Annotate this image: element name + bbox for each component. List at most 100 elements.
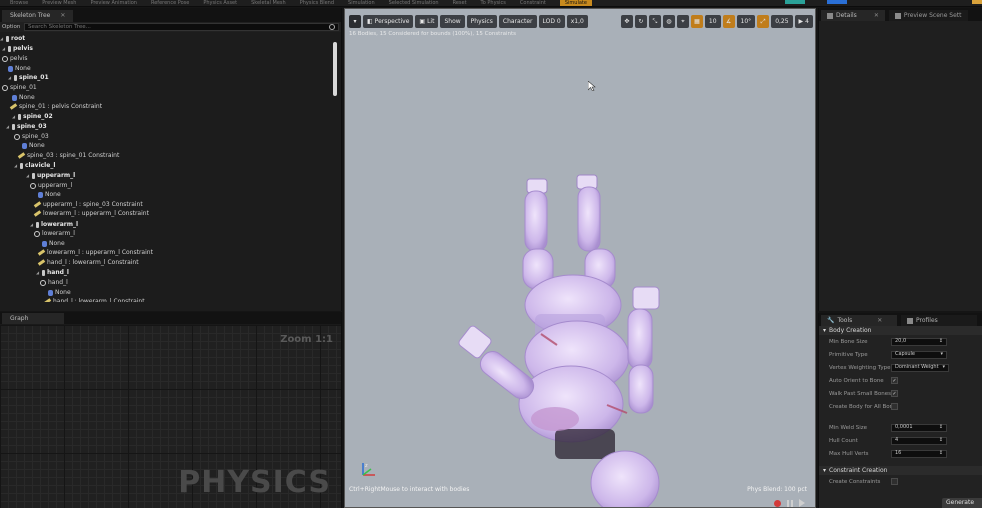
tab-skeleton-tree[interactable]: Skeleton Tree ✕ [2, 10, 74, 22]
tree-row-constraint[interactable]: spine_03 : spine_01 Constraint [17, 151, 119, 160]
tree-row-body[interactable]: upperarm_l [30, 181, 72, 190]
tab-profiles[interactable]: Profiles [901, 315, 977, 326]
perspective-button[interactable]: ◧ Perspective [363, 14, 414, 28]
toolbar-item[interactable]: To Physics [481, 0, 506, 6]
grid-snap-value[interactable]: 10 [704, 14, 721, 28]
tree-row-bone[interactable]: ◢ spine_02 [12, 112, 53, 121]
primitive-type-dropdown[interactable]: Capsule ▾ [891, 350, 947, 359]
tree-row-body[interactable]: pelvis [2, 54, 28, 63]
tree-row-bone[interactable]: ◢ lowerarm_l [30, 220, 78, 229]
expand-arrow-icon[interactable]: ◢ [0, 36, 4, 41]
toolbar-item[interactable]: Skeletal Mesh [251, 0, 286, 6]
close-icon[interactable]: ✕ [874, 10, 879, 21]
body-creation-section[interactable]: ▾ Body Creation [819, 326, 982, 335]
character-button[interactable]: Character [498, 14, 537, 28]
expand-arrow-icon[interactable]: ◢ [8, 75, 12, 80]
tree-row-body[interactable]: lowerarm_l [34, 229, 75, 238]
tree-row-body[interactable]: hand_l [40, 278, 68, 287]
toolbar-item[interactable]: Constraint [520, 0, 546, 6]
close-icon[interactable]: ✕ [877, 315, 882, 326]
expand-arrow-icon[interactable]: ◢ [6, 124, 10, 129]
world-local-icon[interactable]: ◍ [662, 14, 675, 28]
create-all-checkbox[interactable] [891, 403, 898, 410]
tab-tools[interactable]: 🔧 Tools ✕ [821, 315, 897, 326]
constraint-creation-section[interactable]: ▾ Constraint Creation [819, 466, 982, 475]
toolbar-item[interactable]: Simulation [348, 0, 375, 6]
record-icon[interactable] [774, 499, 781, 507]
search-icon[interactable] [329, 24, 335, 30]
skeleton-search-box[interactable] [24, 23, 339, 31]
tree-row-shape[interactable]: None [22, 141, 45, 150]
speed-button[interactable]: x1,0 [566, 14, 588, 28]
max-hull-field[interactable]: 16 ↕ [891, 449, 947, 458]
tree-row-constraint[interactable]: upperarm_l : spine_03 Constraint [33, 200, 143, 209]
tab-details[interactable]: Details ✕ [821, 10, 885, 21]
min-weld-field[interactable]: 0,0001 ↕ [891, 423, 947, 432]
rotation-snap-icon[interactable]: ∡ [722, 14, 735, 28]
translate-icon[interactable]: ✥ [620, 14, 633, 28]
lit-button[interactable]: ▣ Lit [415, 14, 439, 28]
tab-graph[interactable]: Graph [2, 313, 64, 324]
tree-row-bone[interactable]: ◢ pelvis [2, 44, 33, 53]
tree-row-constraint[interactable]: hand_l : lowerarm_l Constraint [43, 297, 145, 302]
ragdoll-character[interactable] [345, 9, 816, 508]
scale-snap-value[interactable]: 0,25 [771, 14, 793, 28]
options-dropdown[interactable]: Options [2, 24, 20, 30]
pause-icon[interactable] [787, 499, 793, 507]
viewport-options-button[interactable]: ▾ [349, 14, 361, 28]
tree-row-shape[interactable]: None [8, 64, 31, 73]
rotate-icon[interactable]: ↻ [634, 14, 647, 28]
expand-arrow-icon[interactable]: ◢ [30, 222, 34, 227]
tree-row-shape[interactable]: None [12, 93, 35, 102]
tree-row-shape[interactable]: None [48, 288, 71, 297]
tree-scrollbar[interactable] [333, 42, 337, 96]
expand-arrow-icon[interactable]: ◢ [12, 114, 16, 119]
auto-orient-checkbox[interactable]: ✓ [891, 377, 898, 384]
toolbar-item[interactable]: Physics Blend [300, 0, 334, 6]
physics-button[interactable]: Physics [466, 14, 497, 28]
generate-button[interactable]: Generate [942, 498, 982, 508]
tab-preview-scene-settings[interactable]: Preview Scene Sett [888, 10, 968, 21]
tree-row-bone[interactable]: ◢ upperarm_l [26, 171, 75, 180]
tree-row-constraint[interactable]: spine_01 : pelvis Constraint [9, 102, 102, 111]
tree-row-constraint[interactable]: lowerarm_l : upperarm_l Constraint [37, 248, 153, 257]
scale-snap-icon[interactable]: ⤢ [757, 14, 770, 28]
expand-arrow-icon[interactable]: ◢ [14, 163, 18, 168]
toolbar-item[interactable]: Preview Mesh [42, 0, 76, 6]
play-icon[interactable] [799, 499, 805, 507]
camera-speed-button[interactable]: ▶ 4 [794, 14, 813, 28]
toolbar-item[interactable]: Selected Simulation [389, 0, 439, 6]
tree-row-body[interactable]: spine_03 [14, 132, 49, 141]
tree-row-body[interactable]: spine_01 [2, 83, 37, 92]
toolbar-item[interactable]: Preview Animation [90, 0, 137, 6]
toolbar-item[interactable]: Physics Asset [203, 0, 237, 6]
toolbar-item-active[interactable]: Simulate [559, 0, 592, 6]
expand-arrow-icon[interactable]: ◢ [26, 173, 30, 178]
min-bone-size-field[interactable]: 20,0 ↕ [891, 337, 947, 346]
create-constraints-checkbox[interactable] [891, 478, 898, 485]
toolbar-item[interactable]: Browse [10, 0, 28, 6]
walk-past-checkbox[interactable]: ✓ [891, 390, 898, 397]
tree-row-constraint[interactable]: lowerarm_l : upperarm_l Constraint [33, 209, 149, 218]
tree-row-bone[interactable]: ◢ clavicle_l [14, 161, 55, 170]
expand-arrow-icon[interactable]: ◢ [36, 270, 40, 275]
hull-count-field[interactable]: 4 ↕ [891, 436, 947, 445]
tree-row-constraint[interactable]: hand_l : lowerarm_l Constraint [37, 258, 139, 267]
show-button[interactable]: Show [440, 14, 465, 28]
tree-row-bone[interactable]: ◢ hand_l [36, 268, 69, 277]
tree-row-shape[interactable]: None [42, 239, 65, 248]
rotation-snap-value[interactable]: 10° [736, 14, 756, 28]
lod-button[interactable]: LOD 0 [538, 14, 565, 28]
close-icon[interactable]: ✕ [60, 12, 65, 19]
scale-icon[interactable]: ⤡ [648, 14, 661, 28]
tree-row-bone[interactable]: ◢ spine_03 [6, 122, 47, 131]
expand-arrow-icon[interactable]: ◢ [2, 46, 6, 51]
grid-snap-icon[interactable]: ▦ [690, 14, 703, 28]
tree-row-bone[interactable]: ◢ root [0, 34, 25, 43]
toolbar-item[interactable]: Reset [453, 0, 467, 6]
vertex-weighting-dropdown[interactable]: Dominant Weight ▾ [891, 363, 949, 372]
skeleton-search-input[interactable] [28, 24, 288, 30]
surface-snap-icon[interactable]: ⌖ [676, 14, 689, 28]
viewport[interactable]: ▾ ◧ Perspective ▣ Lit Show Physics Charact… [344, 8, 816, 508]
toolbar-item[interactable]: Reference Pose [151, 0, 189, 6]
